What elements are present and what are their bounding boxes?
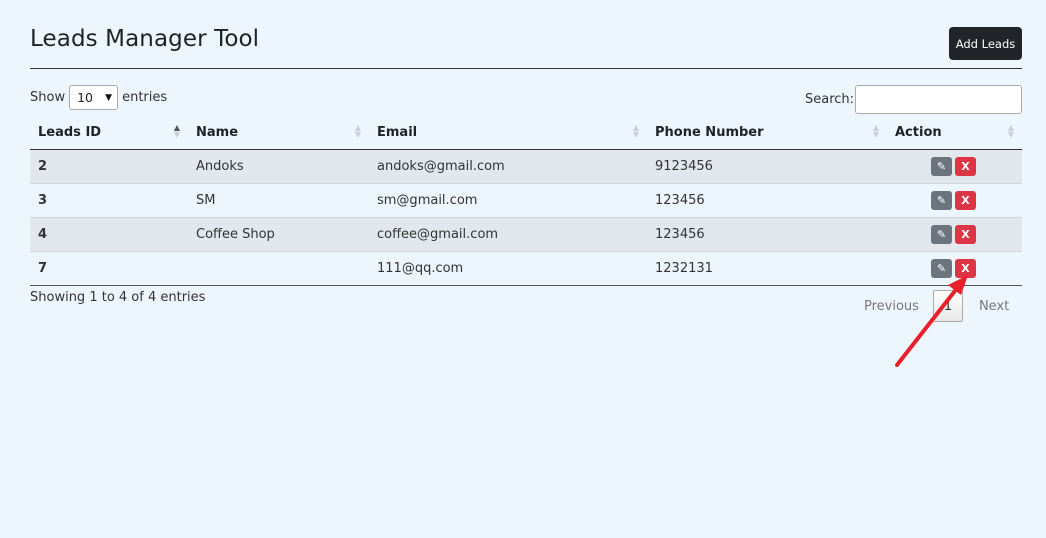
entries-per-page-value: 10 — [77, 90, 93, 105]
column-header-email[interactable]: Email ▲ ▼ — [369, 115, 647, 150]
page-title: Leads Manager Tool — [30, 26, 260, 52]
sort-icon: ▲ ▼ — [354, 123, 361, 139]
lead-action-cell: ✎ X — [887, 251, 1022, 286]
delete-button[interactable]: X — [955, 259, 976, 278]
lead-phone-cell: 1232131 — [647, 251, 887, 286]
pagination: Previous 1 Next — [850, 289, 1023, 323]
delete-button[interactable]: X — [955, 191, 976, 210]
table-row: 7 111@qq.com 1232131 ✎ X — [30, 251, 1022, 286]
pencil-icon: ✎ — [936, 160, 947, 173]
length-suffix-label: entries — [122, 90, 168, 105]
lead-email-cell: 111@qq.com — [369, 251, 647, 286]
pencil-icon: ✎ — [936, 262, 947, 275]
lead-phone-cell: 123456 — [647, 217, 887, 252]
sort-icon: ▲ ▼ — [872, 123, 879, 139]
lead-name-cell: SM — [188, 183, 369, 218]
lead-id-cell: 2 — [30, 149, 188, 184]
leads-table: Leads ID ▲ ▼ Name ▲ ▼ Email ▲ ▼ Phone Numbe… — [30, 115, 1022, 286]
lead-action-cell: ✎ X — [887, 183, 1022, 218]
column-header-action[interactable]: Action ▲ ▼ — [887, 115, 1022, 150]
search-label: Search: — [805, 92, 855, 107]
previous-page-button[interactable]: Previous — [850, 299, 933, 314]
next-page-button[interactable]: Next — [963, 299, 1023, 314]
table-row: 2 Andoks andoks@gmail.com 9123456 ✎ X — [30, 149, 1022, 184]
edit-button[interactable]: ✎ — [931, 259, 952, 278]
length-prefix-label: Show — [30, 90, 66, 105]
lead-phone-cell: 9123456 — [647, 149, 887, 184]
title-divider — [30, 68, 1022, 69]
table-info: Showing 1 to 4 of 4 entries — [30, 290, 206, 305]
lead-name-cell: Andoks — [188, 149, 369, 184]
lead-action-cell: ✎ X — [887, 149, 1022, 184]
sort-icon: ▲ ▼ — [173, 123, 180, 139]
lead-action-cell: ✎ X — [887, 217, 1022, 252]
search-input[interactable] — [855, 85, 1022, 114]
entries-per-page-select[interactable]: 10 ▼ — [69, 85, 119, 110]
lead-email-cell: andoks@gmail.com — [369, 149, 647, 184]
chevron-down-icon: ▼ — [105, 92, 113, 103]
pencil-icon: ✎ — [936, 228, 947, 241]
table-row: 3 SM sm@gmail.com 123456 ✎ X — [30, 183, 1022, 218]
table-row: 4 Coffee Shop coffee@gmail.com 123456 ✎ … — [30, 217, 1022, 252]
pencil-icon: ✎ — [936, 194, 947, 207]
lead-email-cell: sm@gmail.com — [369, 183, 647, 218]
column-header-name[interactable]: Name ▲ ▼ — [188, 115, 369, 150]
column-header-phone-number[interactable]: Phone Number ▲ ▼ — [647, 115, 887, 150]
entries-length-control: Show 10 ▼ entries — [30, 85, 167, 110]
lead-id-cell: 4 — [30, 217, 188, 252]
lead-name-cell — [188, 251, 369, 286]
lead-phone-cell: 123456 — [647, 183, 887, 218]
current-page-button[interactable]: 1 — [932, 290, 963, 322]
lead-id-cell: 7 — [30, 251, 188, 286]
edit-button[interactable]: ✎ — [931, 225, 952, 244]
sort-icon: ▲ ▼ — [1007, 123, 1014, 139]
add-leads-button[interactable]: Add Leads — [949, 27, 1022, 60]
sort-icon: ▲ ▼ — [632, 123, 639, 139]
delete-button[interactable]: X — [955, 225, 976, 244]
lead-name-cell: Coffee Shop — [188, 217, 369, 252]
lead-id-cell: 3 — [30, 183, 188, 218]
column-header-leads-id[interactable]: Leads ID ▲ ▼ — [30, 115, 188, 150]
lead-email-cell: coffee@gmail.com — [369, 217, 647, 252]
edit-button[interactable]: ✎ — [931, 157, 952, 176]
edit-button[interactable]: ✎ — [931, 191, 952, 210]
delete-button[interactable]: X — [955, 157, 976, 176]
